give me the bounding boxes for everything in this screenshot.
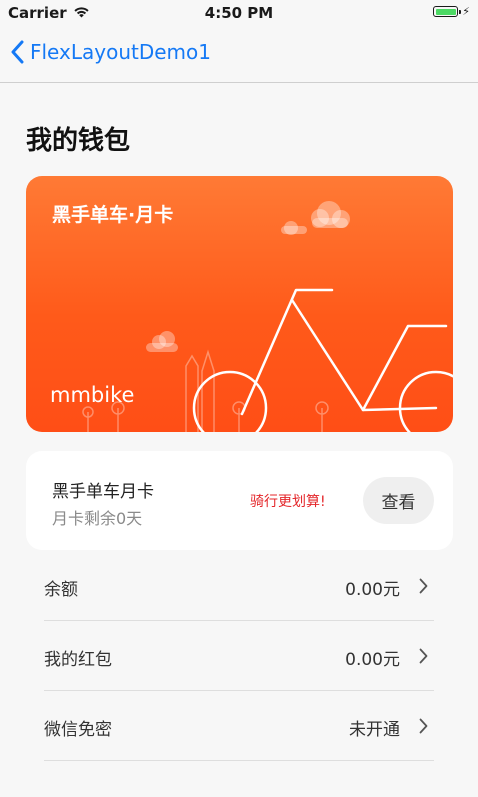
chevron-left-icon: [10, 40, 24, 64]
card-title: 黑手单车·月卡: [52, 204, 174, 226]
monthly-card-title: 黑手单车月卡: [52, 482, 154, 502]
chevron-right-icon: [419, 718, 428, 738]
back-button[interactable]: FlexLayoutDemo1: [10, 40, 211, 64]
row-label: 微信免密: [44, 720, 112, 740]
row-label: 我的红包: [44, 650, 112, 670]
monthly-card-remaining: 月卡剩余0天: [52, 509, 143, 528]
list-item-wechat-password-free[interactable]: 微信免密 未开通: [44, 691, 434, 761]
page-title: 我的钱包: [26, 126, 131, 156]
bike-monthly-card[interactable]: 黑手单车·月卡 mmbike: [26, 176, 453, 432]
charging-bolt-icon: ⚡: [462, 5, 470, 18]
battery-level: [435, 8, 456, 15]
wallet-list: 余额 0.00元 我的红包 0.00元 微信免密 未开通: [44, 551, 434, 761]
row-value: 未开通: [349, 720, 400, 740]
monthly-card-panel: 黑手单车月卡 月卡剩余0天 骑行更划算! 查看: [26, 451, 453, 550]
cloud-icon: [146, 201, 350, 352]
list-item-balance[interactable]: 余额 0.00元: [44, 551, 434, 621]
status-bar: Carrier 4:50 PM ⚡: [0, 0, 478, 26]
row-value: 0.00元: [345, 580, 400, 600]
chevron-right-icon: [419, 648, 428, 668]
row-value: 0.00元: [345, 650, 400, 670]
view-button[interactable]: 查看: [363, 477, 434, 524]
card-brand: mmbike: [50, 383, 135, 407]
chevron-right-icon: [419, 578, 428, 598]
back-label: FlexLayoutDemo1: [30, 40, 211, 64]
battery-icon: [433, 6, 462, 17]
status-time: 4:50 PM: [204, 4, 274, 22]
row-label: 余额: [44, 580, 78, 600]
promo-text: 骑行更划算!: [250, 494, 326, 510]
list-item-red-packet[interactable]: 我的红包 0.00元: [44, 621, 434, 691]
status-right: ⚡: [433, 5, 470, 18]
navigation-bar: FlexLayoutDemo1: [0, 26, 478, 83]
